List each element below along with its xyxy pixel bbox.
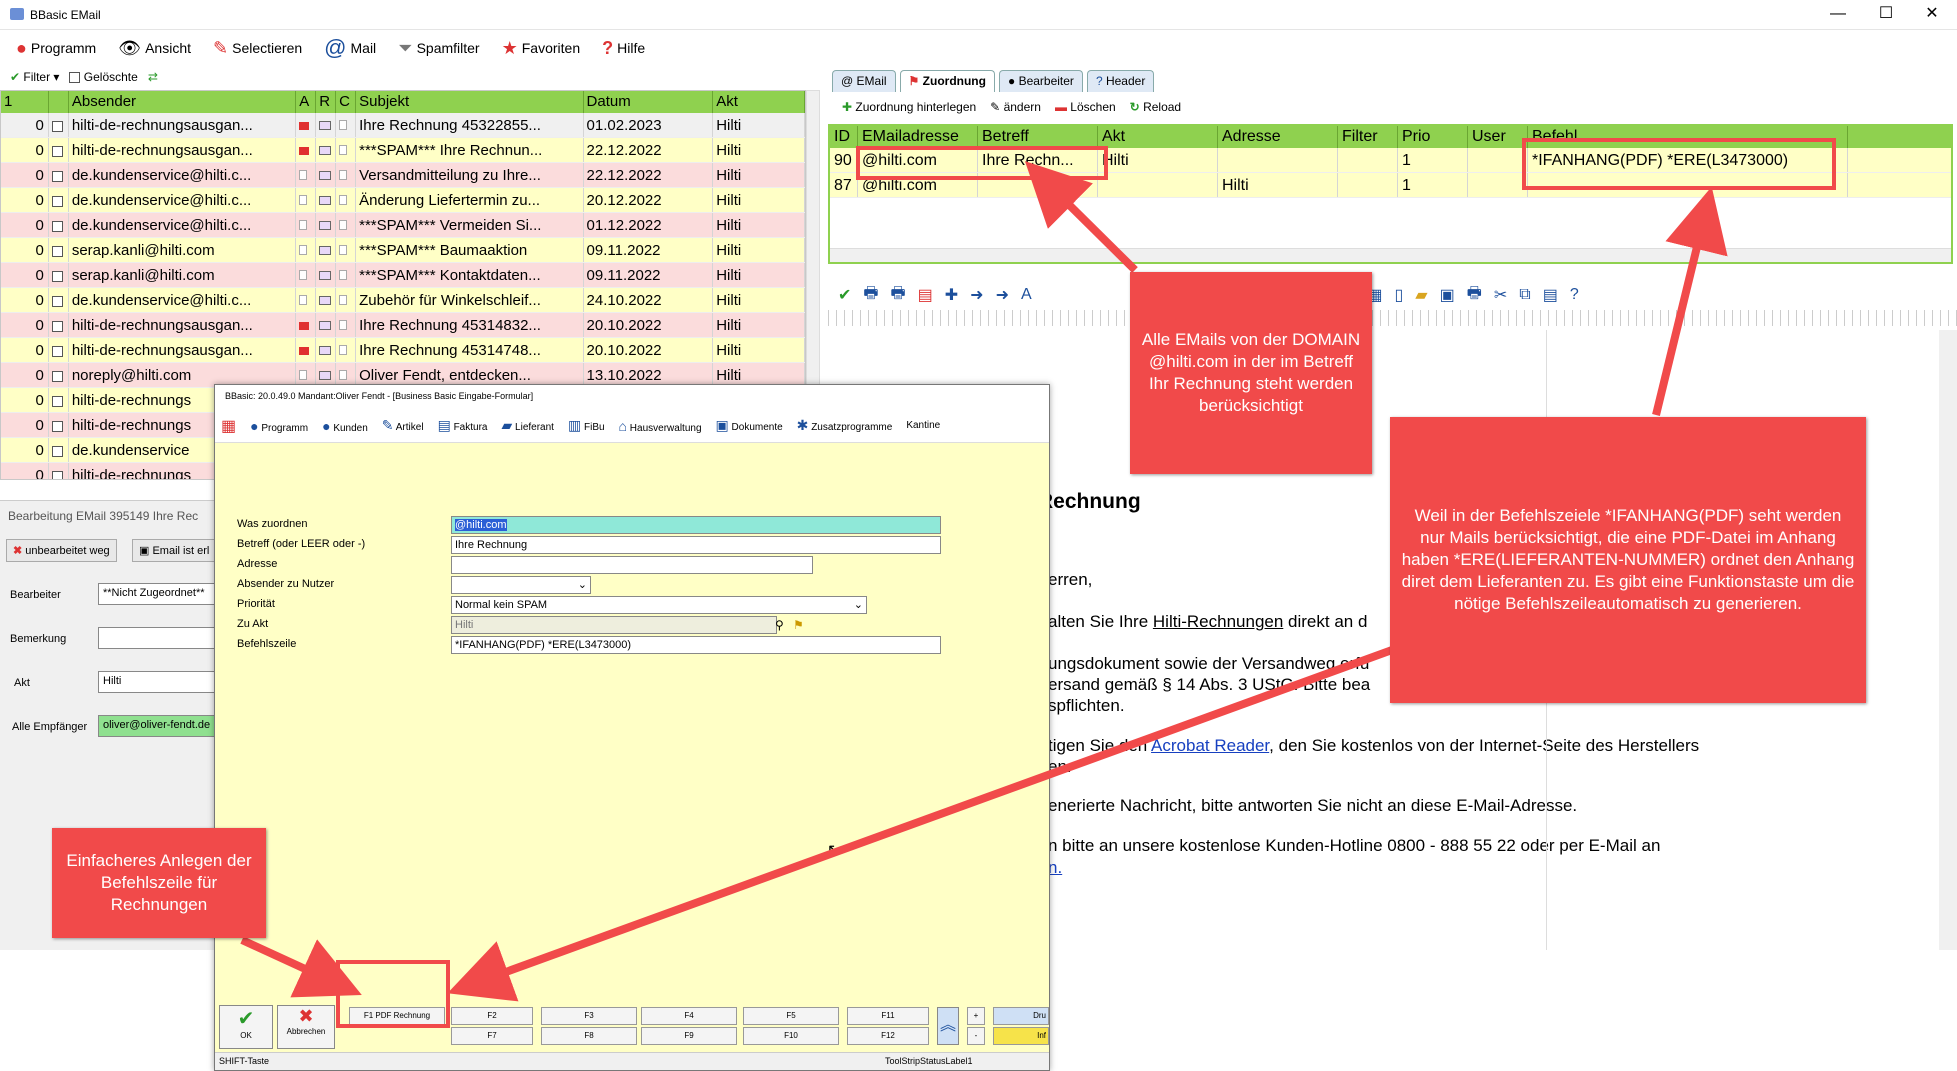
callout-befehl: Weil in der Befehlszeiele *IFANHANG(PDF)… bbox=[1390, 417, 1866, 703]
arrow-f1-note bbox=[240, 936, 362, 998]
callout-domain: Alle EMails von der DOMAIN @hilti.com in… bbox=[1130, 272, 1372, 474]
arrow-to-befehl bbox=[1652, 186, 1728, 416]
callout-f1: Einfacheres Anlegen der Befehlszeile für… bbox=[52, 828, 266, 938]
arrow-to-f1 bbox=[447, 646, 1394, 1002]
arrow-to-domain bbox=[1024, 161, 1138, 273]
